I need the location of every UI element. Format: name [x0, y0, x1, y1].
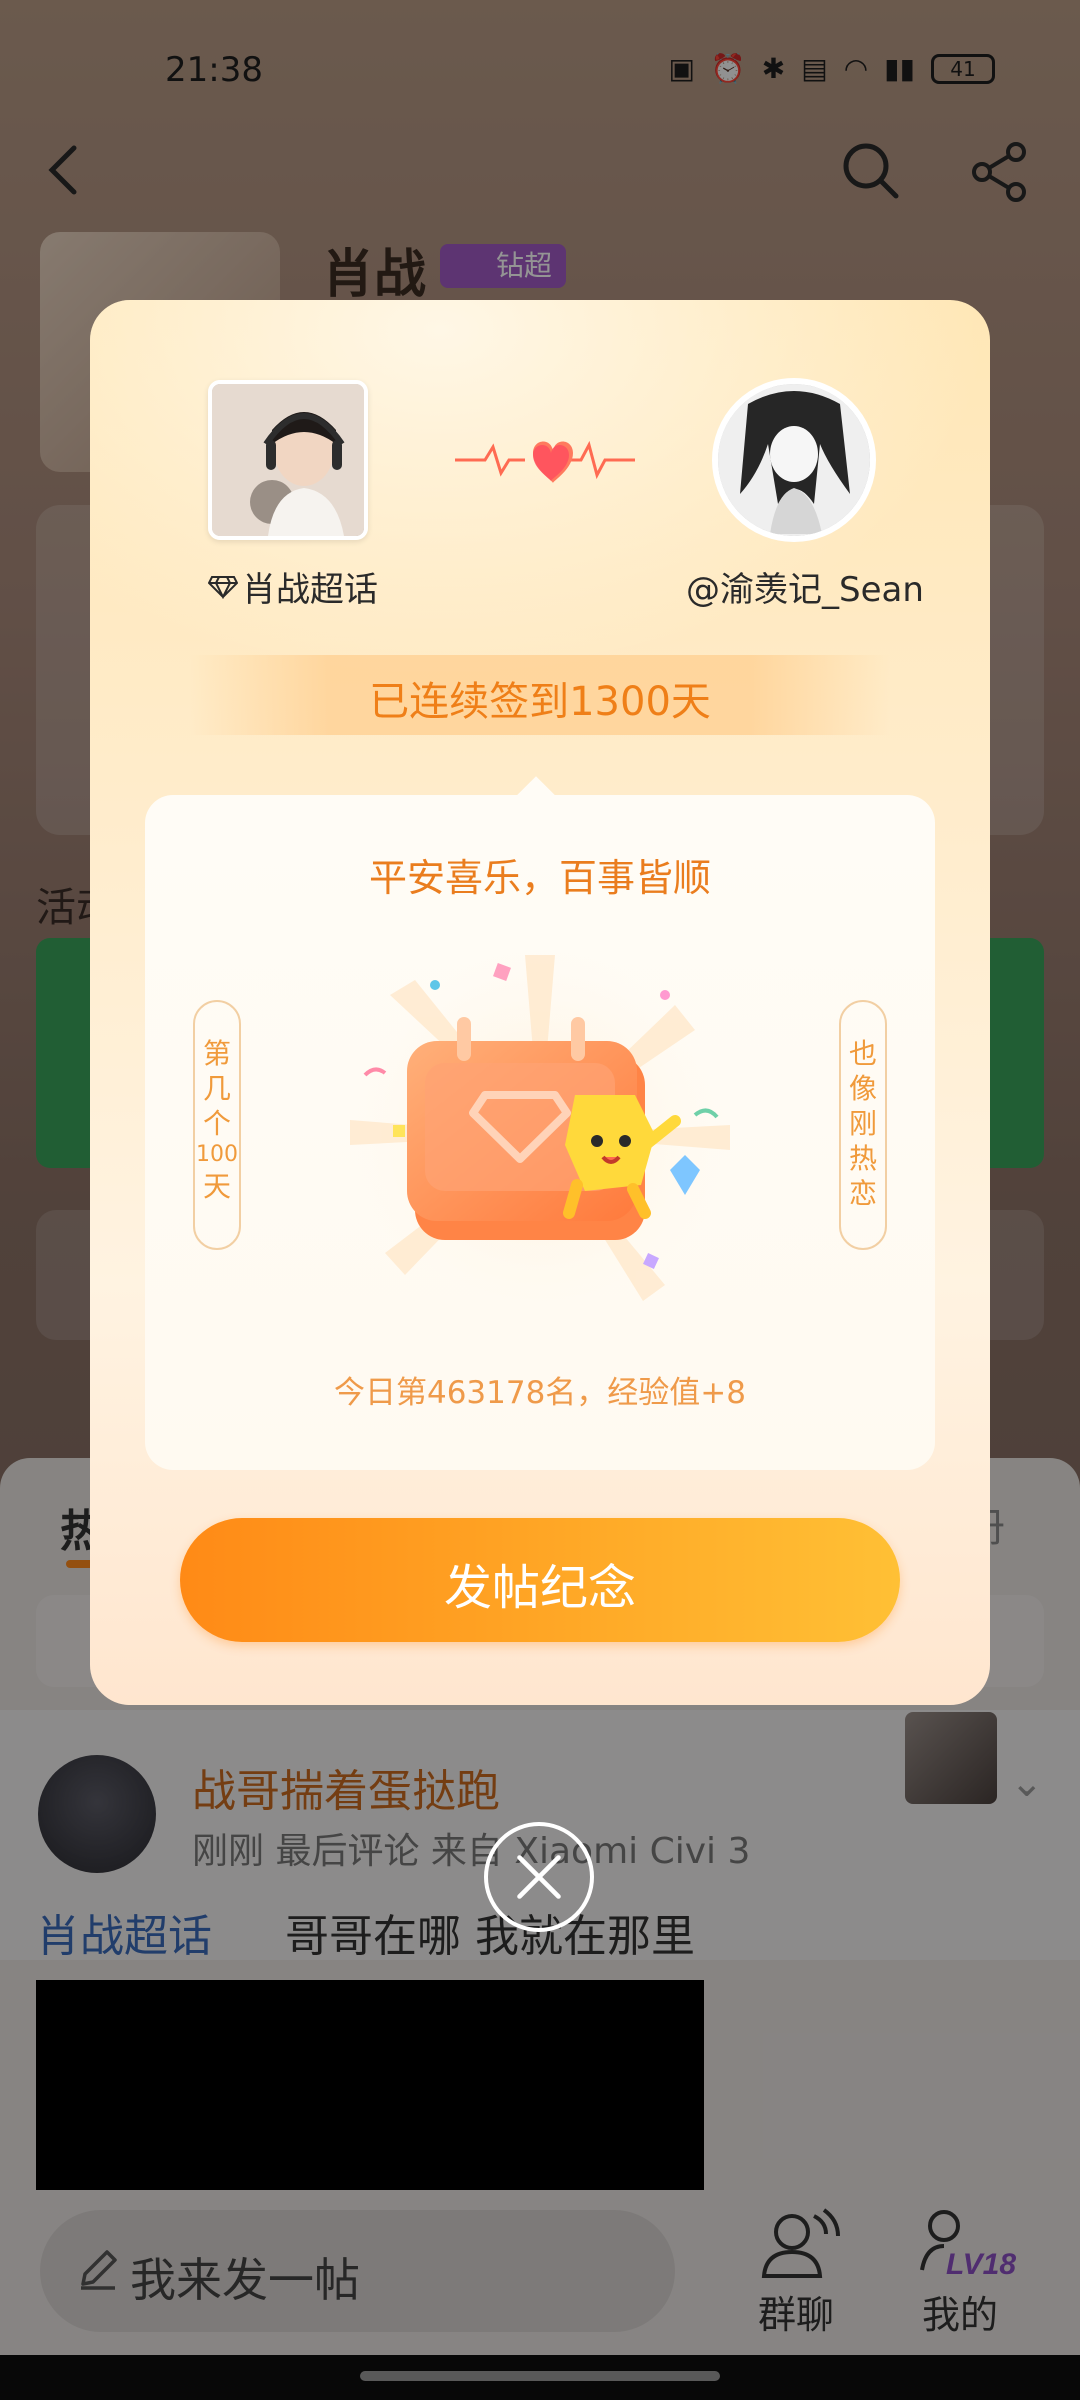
user-avatar-photo	[718, 384, 870, 536]
couplet-char: 也	[848, 1037, 877, 1070]
post-commemorate-button[interactable]: 发帖纪念	[180, 1518, 900, 1642]
vertical-couplet-left: 第 几 个 100 天	[193, 1000, 241, 1250]
person-photo	[212, 384, 364, 536]
calendar-mascot-illustration	[350, 950, 730, 1320]
streak-text: 已连续签到1300天	[369, 679, 711, 725]
couplet-char: 第	[202, 1037, 231, 1070]
vertical-couplet-right: 也 像 刚 热 恋	[839, 1000, 887, 1250]
checkin-card-inner: 平安喜乐，百事皆顺 第 几 个 100 天 也 像 刚 热 恋 今日第46317…	[145, 795, 935, 1470]
couplet-char: 恋	[848, 1177, 877, 1210]
user-name: @渝羡记_Sean	[686, 570, 924, 610]
diamond-icon	[208, 575, 238, 599]
couplet-char: 热	[848, 1142, 877, 1175]
couplet-char: 刚	[848, 1107, 877, 1140]
user-avatar	[712, 378, 876, 542]
wish-text: 平安喜乐，百事皆顺	[368, 856, 711, 900]
heartbeat-hearts-icon	[455, 440, 635, 483]
topic-name[interactable]: 肖战超话	[208, 562, 408, 611]
close-icon[interactable]	[484, 1822, 594, 1932]
couplet-char: 像	[848, 1072, 877, 1105]
topic-name-text: 肖战超话	[242, 570, 378, 610]
streak-banner: 已连续签到1300天	[190, 655, 890, 735]
checkin-success-modal: 肖战超话 @渝羡记_Sean 已连续签到1300天 平安喜乐，百事皆顺 第 几 …	[90, 300, 990, 1705]
rank-text: 今日第463178名，经验值+8	[333, 1375, 747, 1411]
couplet-char: 100	[196, 1142, 238, 1167]
couplet-char: 几	[202, 1072, 231, 1105]
couplet-char: 个	[202, 1107, 231, 1140]
topic-avatar	[208, 380, 368, 540]
post-commemorate-label: 发帖纪念	[443, 1560, 636, 1616]
couplet-char: 天	[202, 1169, 231, 1203]
